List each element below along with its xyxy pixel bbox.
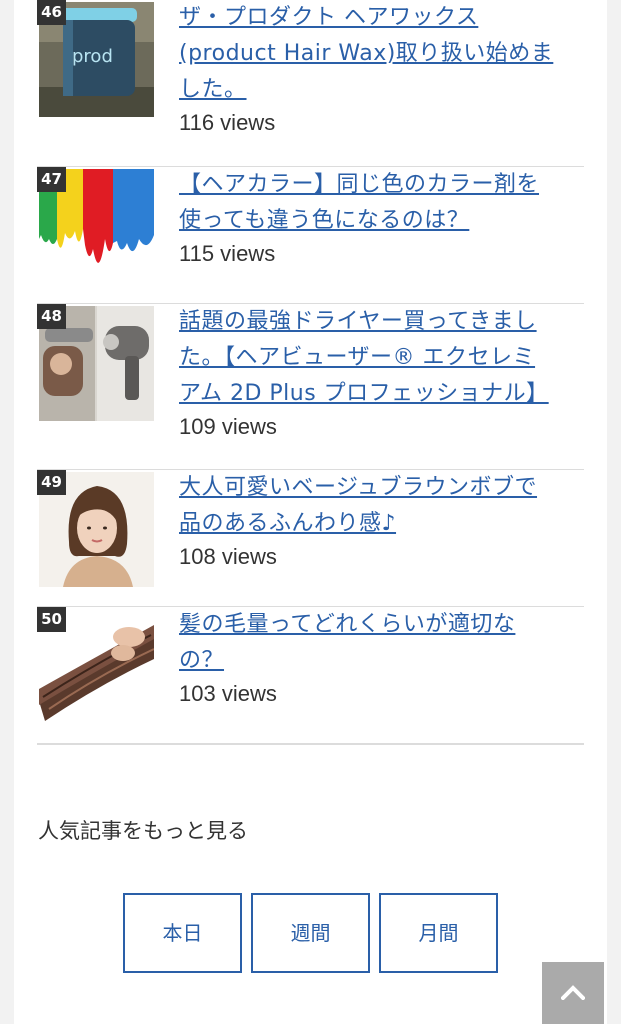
more-popular-heading: 人気記事をもっと見る	[38, 819, 248, 843]
article-title-link[interactable]: 髪の毛量ってどれくらいが適切な の？	[179, 607, 584, 679]
view-count: 115 views	[179, 241, 276, 266]
view-count: 109 views	[179, 414, 277, 439]
list-item[interactable]: prod 46 ザ・プロダクト ヘアワックス (product Hair Wax…	[37, 0, 584, 164]
list-divider	[37, 743, 584, 745]
page-content: prod 46 ザ・プロダクト ヘアワックス (product Hair Wax…	[14, 0, 607, 1024]
article-title-link[interactable]: 大人可愛いベージュブラウンボブで 品のあるふんわり感♪	[179, 470, 584, 542]
weekly-ranking-button[interactable]: 週間	[251, 893, 370, 973]
list-item[interactable]: 50 髪の毛量ってどれくらいが適切な の？ 103 views	[37, 606, 584, 743]
article-title-link[interactable]: 話題の最強ドライヤー買ってきまし た。【ヘアビューザー® エクセレミ アム 2D…	[179, 304, 584, 412]
view-count: 103 views	[179, 681, 277, 706]
article-title-link[interactable]: 【ヘアカラー】同じ色のカラー剤を 使っても違う色になるのは？	[179, 167, 584, 239]
scroll-to-top-button[interactable]	[542, 962, 604, 1024]
chevron-up-icon	[561, 985, 585, 1000]
rank-badge: 47	[37, 167, 66, 192]
list-item[interactable]: 49 大人可愛いベージュブラウンボブで 品のあるふんわり感♪ 108 views	[37, 469, 584, 604]
view-count: 116 views	[179, 110, 276, 135]
period-button-group: 本日 週間 月間	[123, 893, 498, 973]
monthly-ranking-button[interactable]: 月間	[379, 893, 498, 973]
article-title-link[interactable]: ザ・プロダクト ヘアワックス (product Hair Wax)取り扱い始めま…	[179, 0, 584, 108]
rank-badge: 46	[37, 0, 66, 25]
rank-badge: 48	[37, 304, 66, 329]
rank-badge: 49	[37, 470, 66, 495]
daily-ranking-button[interactable]: 本日	[123, 893, 242, 973]
list-item[interactable]: 47 【ヘアカラー】同じ色のカラー剤を 使っても違う色になるのは？ 115 vi…	[37, 166, 584, 301]
view-count: 108 views	[179, 544, 277, 569]
rank-badge: 50	[37, 607, 66, 632]
svg-text:prod: prod	[72, 46, 113, 67]
list-item[interactable]: 48 話題の最強ドライヤー買ってきまし た。【ヘアビューザー® エクセレミ アム…	[37, 303, 584, 467]
